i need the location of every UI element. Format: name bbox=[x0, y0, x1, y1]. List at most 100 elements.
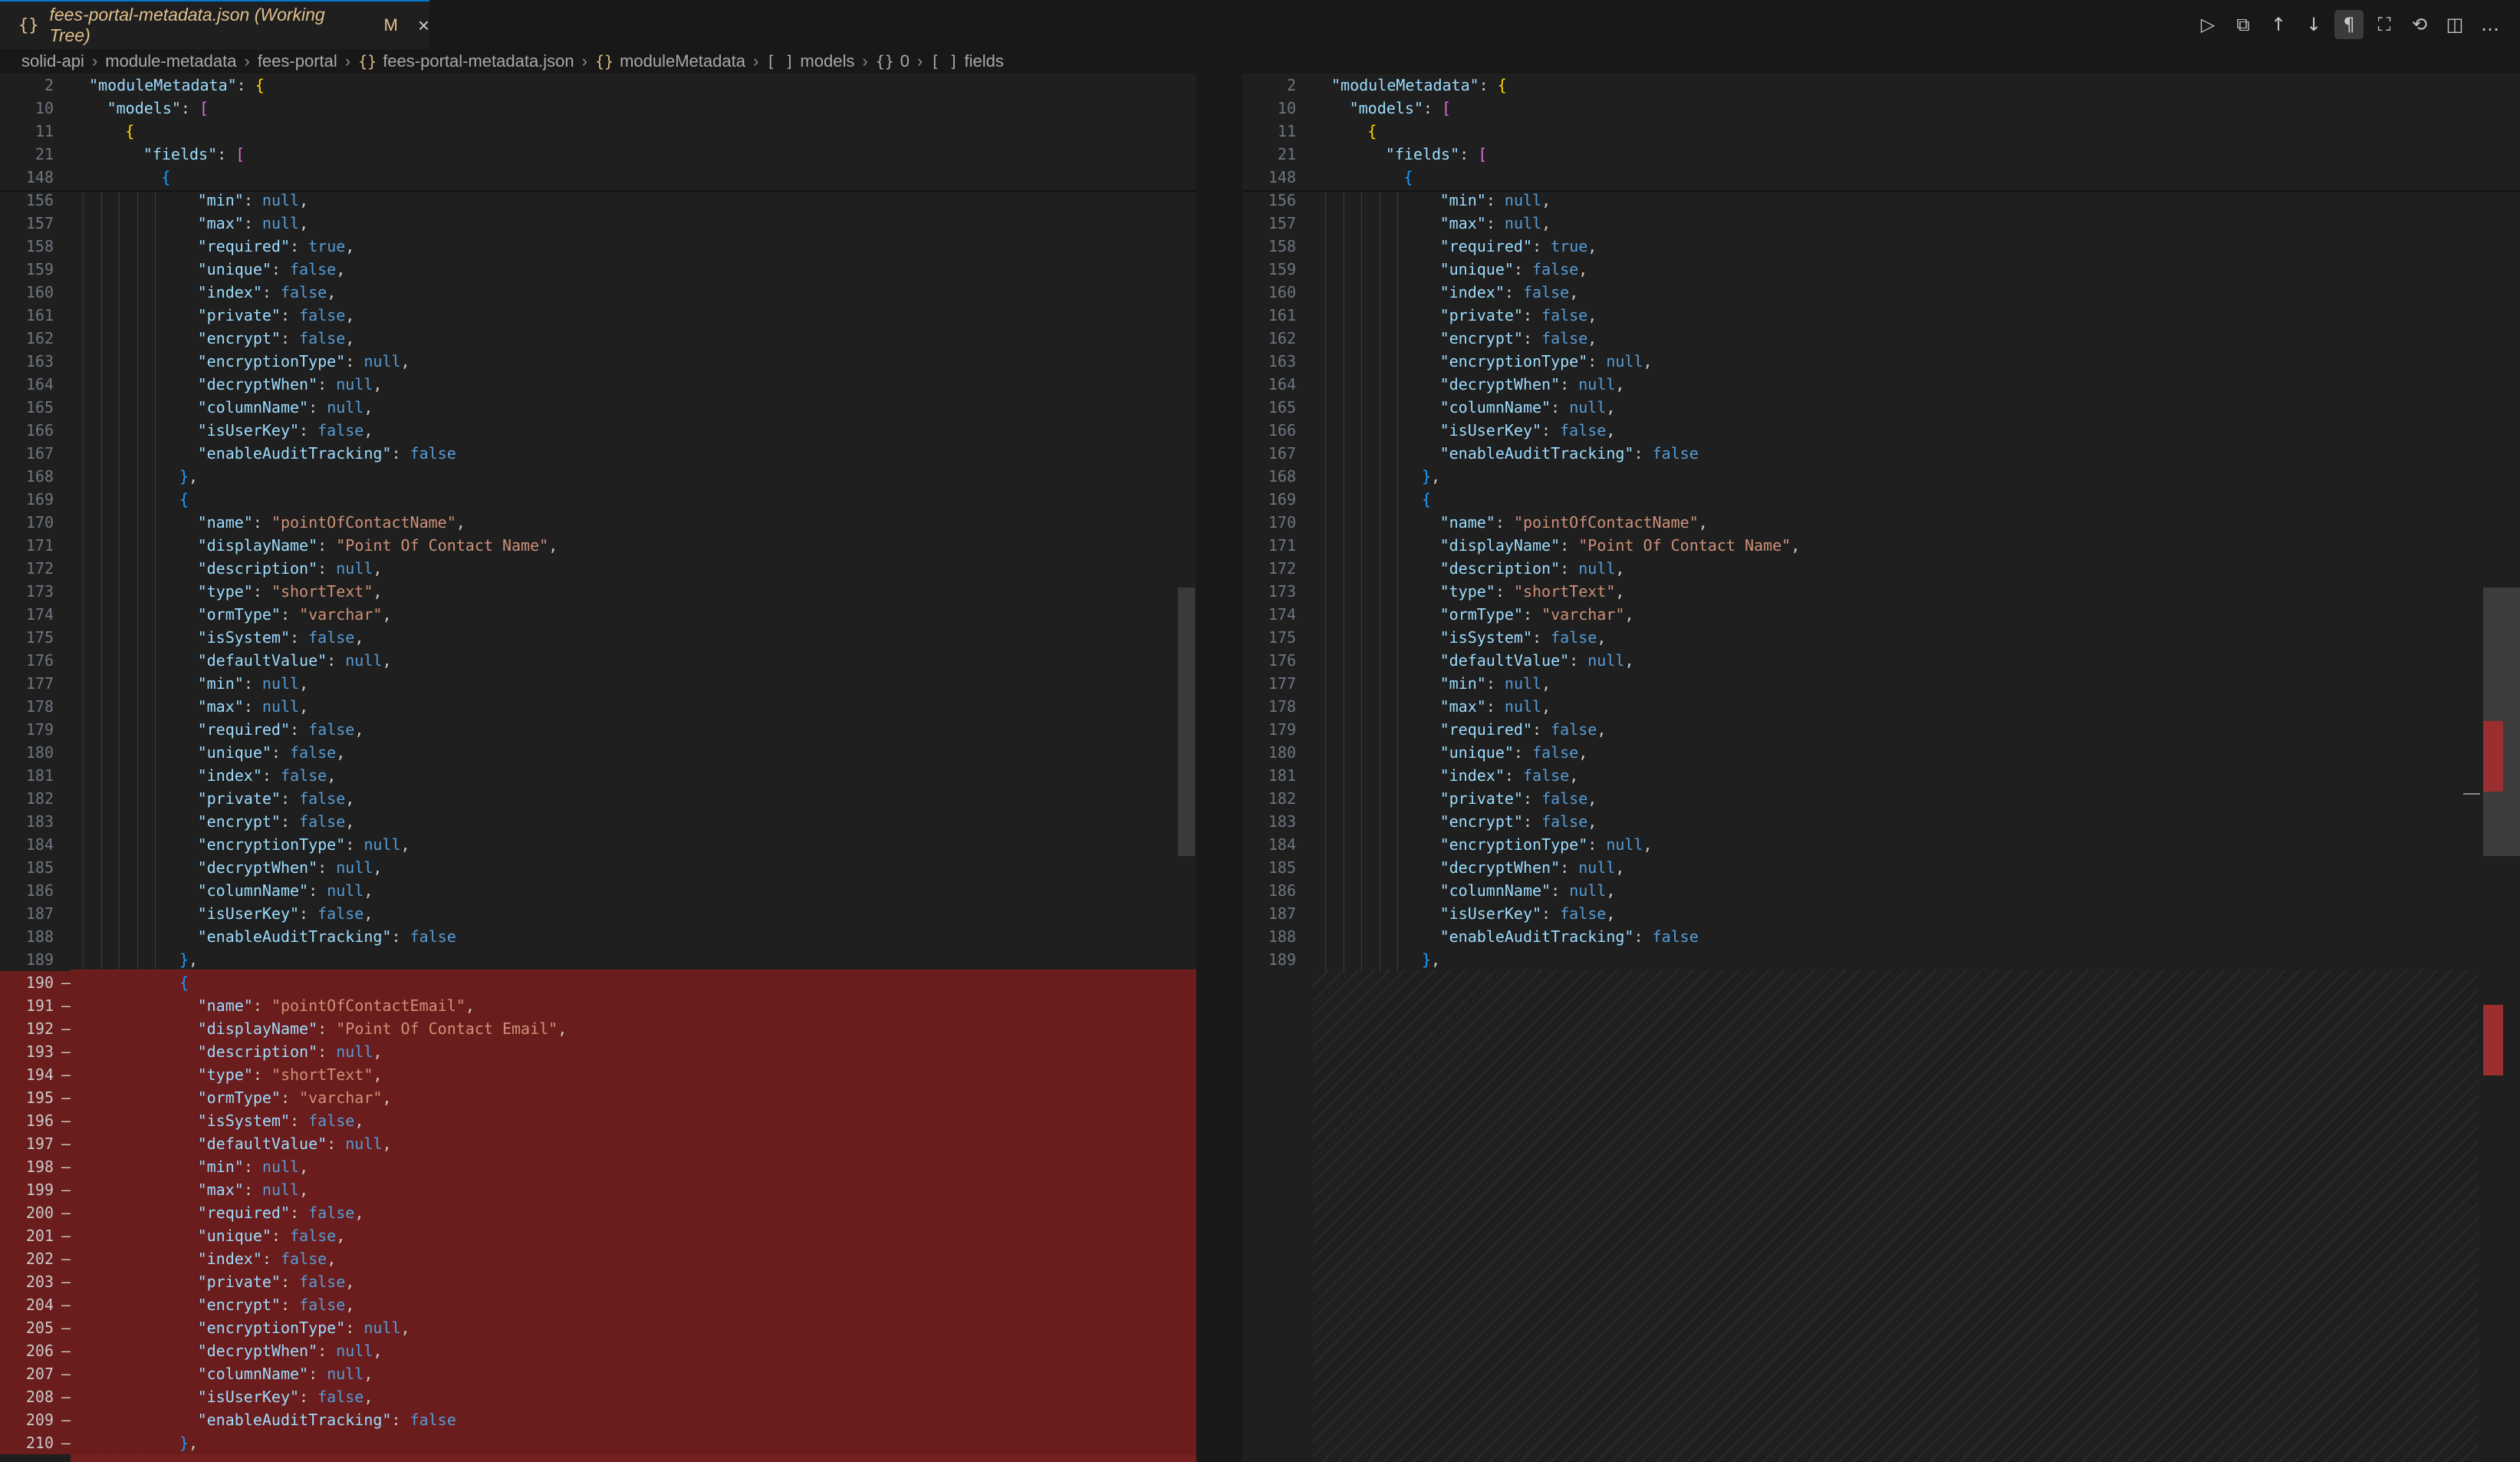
breadcrumb-item[interactable]: module-metadata bbox=[105, 51, 236, 71]
code-line[interactable]: 2 "moduleMetadata": { bbox=[1242, 74, 2520, 97]
code-line[interactable]: 169 { bbox=[0, 488, 1196, 511]
code-line[interactable]: 168}, bbox=[1242, 465, 2520, 488]
code-line[interactable]: 186 "columnName": null, bbox=[0, 879, 1196, 902]
removed-code-line[interactable]: 190 { bbox=[0, 971, 1196, 994]
code-line[interactable]: 174 "ormType": "varchar", bbox=[0, 603, 1196, 626]
code-line[interactable]: 187 "isUserKey": false, bbox=[1242, 902, 2520, 925]
code-line[interactable]: 189}, bbox=[1242, 948, 2520, 971]
removed-code-line[interactable]: 206 "decryptWhen": null, bbox=[0, 1339, 1196, 1362]
code-line[interactable]: 21 "fields": [ bbox=[1242, 143, 2520, 166]
code-line[interactable]: 179 "required": false, bbox=[0, 718, 1196, 741]
code-line[interactable]: 179 "required": false, bbox=[1242, 718, 2520, 741]
removed-code-line[interactable]: 191 "name": "pointOfContactEmail", bbox=[0, 994, 1196, 1017]
breadcrumb-item[interactable]: {} fees-portal-metadata.json bbox=[358, 51, 574, 71]
code-line[interactable]: 183 "encrypt": false, bbox=[1242, 810, 2520, 833]
diff-divider[interactable] bbox=[1196, 74, 1242, 1462]
arrow-down-icon[interactable]: ↓ bbox=[2299, 10, 2328, 39]
code-line[interactable]: 168}, bbox=[0, 465, 1196, 488]
code-line[interactable]: 173 "type": "shortText", bbox=[1242, 580, 2520, 603]
code-line[interactable]: 178 "max": null, bbox=[1242, 695, 2520, 718]
code-line[interactable]: 158 "required": true, bbox=[0, 235, 1196, 258]
pilcrow-icon[interactable]: ¶ bbox=[2334, 10, 2364, 39]
code-line[interactable]: 185 "decryptWhen": null, bbox=[1242, 856, 2520, 879]
map-icon[interactable]: ⛶ bbox=[2370, 10, 2399, 39]
vertical-scrollbar[interactable] bbox=[1178, 588, 1195, 856]
code-line[interactable]: 11 { bbox=[0, 120, 1196, 143]
code-line[interactable]: 157 "max": null, bbox=[0, 212, 1196, 235]
code-line[interactable]: 180 "unique": false, bbox=[1242, 741, 2520, 764]
removed-code-line[interactable]: 201 "unique": false, bbox=[0, 1224, 1196, 1247]
more-icon[interactable]: … bbox=[2476, 10, 2505, 39]
code-line[interactable]: 176 "defaultValue": null, bbox=[0, 649, 1196, 672]
code-line[interactable]: 21 "fields": [ bbox=[0, 143, 1196, 166]
code-line[interactable]: 175 "isSystem": false, bbox=[1242, 626, 2520, 649]
code-line[interactable]: 188 "enableAuditTracking": false bbox=[0, 925, 1196, 948]
code-line[interactable]: 171 "displayName": "Point Of Contact Name… bbox=[0, 534, 1196, 557]
diff-modified-pane[interactable]: 2 "moduleMetadata": {10 "models": [11 {21 "f… bbox=[1242, 74, 2520, 1462]
code-line[interactable]: 188 "enableAuditTracking": false bbox=[1242, 925, 2520, 948]
split-editor-icon[interactable]: ◫ bbox=[2440, 10, 2469, 39]
close-icon[interactable]: × bbox=[418, 14, 429, 38]
code-line[interactable]: 186 "columnName": null, bbox=[1242, 879, 2520, 902]
code-line[interactable]: 170 "name": "pointOfContactName", bbox=[0, 511, 1196, 534]
removed-code-line[interactable]: 207 "columnName": null, bbox=[0, 1362, 1196, 1385]
code-line[interactable]: 10 "models": [ bbox=[0, 97, 1196, 120]
removed-code-line[interactable]: 205 "encryptionType": null, bbox=[0, 1316, 1196, 1339]
code-line[interactable]: 157 "max": null, bbox=[1242, 212, 2520, 235]
code-line[interactable]: 189}, bbox=[0, 948, 1196, 971]
code-line[interactable]: 162 "encrypt": false, bbox=[1242, 327, 2520, 350]
code-line[interactable]: 164 "decryptWhen": null, bbox=[1242, 373, 2520, 396]
removed-code-line[interactable]: 204 "encrypt": false, bbox=[0, 1293, 1196, 1316]
removed-code-line[interactable]: 196 "isSystem": false, bbox=[0, 1109, 1196, 1132]
code-line[interactable]: 183 "encrypt": false, bbox=[0, 810, 1196, 833]
removed-code-line[interactable]: 197 "defaultValue": null, bbox=[0, 1132, 1196, 1155]
code-line[interactable]: 148 { bbox=[1242, 166, 2520, 189]
revert-icon[interactable]: ⟲ bbox=[2405, 10, 2434, 39]
code-line[interactable]: 148 { bbox=[0, 166, 1196, 189]
code-line[interactable]: 159 "unique": false, bbox=[0, 258, 1196, 281]
removed-code-line[interactable]: 208 "isUserKey": false, bbox=[0, 1385, 1196, 1408]
open-file-icon[interactable]: ⧉ bbox=[2229, 10, 2258, 39]
removed-code-line[interactable]: 200 "required": false, bbox=[0, 1201, 1196, 1224]
breadcrumb-item[interactable]: {} 0 bbox=[876, 51, 910, 71]
code-line[interactable]: 173 "type": "shortText", bbox=[0, 580, 1196, 603]
code-line[interactable]: 2 "moduleMetadata": { bbox=[0, 74, 1196, 97]
removed-code-line[interactable]: 199 "max": null, bbox=[0, 1178, 1196, 1201]
code-line[interactable]: 177 "min": null, bbox=[1242, 672, 2520, 695]
code-line[interactable]: 181 "index": false, bbox=[1242, 764, 2520, 787]
removed-code-line[interactable]: 198 "min": null, bbox=[0, 1155, 1196, 1178]
code-line[interactable]: 176 "defaultValue": null, bbox=[1242, 649, 2520, 672]
code-line[interactable]: 185 "decryptWhen": null, bbox=[0, 856, 1196, 879]
breadcrumb-item[interactable]: {} moduleMetadata bbox=[595, 51, 745, 71]
code-line[interactable]: 156 "min": null, bbox=[1242, 189, 2520, 212]
code-line[interactable]: 172 "description": null, bbox=[0, 557, 1196, 580]
arrow-up-icon[interactable]: ↑ bbox=[2264, 10, 2293, 39]
code-line[interactable]: 167 "enableAuditTracking": false bbox=[0, 442, 1196, 465]
code-line[interactable]: 164 "decryptWhen": null, bbox=[0, 373, 1196, 396]
code-line[interactable]: 171 "displayName": "Point Of Contact Name… bbox=[1242, 534, 2520, 557]
code-line[interactable]: 178 "max": null, bbox=[0, 695, 1196, 718]
removed-code-line[interactable]: 195 "ormType": "varchar", bbox=[0, 1086, 1196, 1109]
code-line[interactable]: 177 "min": null, bbox=[0, 672, 1196, 695]
code-line[interactable]: 170 "name": "pointOfContactName", bbox=[1242, 511, 2520, 534]
code-line[interactable]: 11 { bbox=[1242, 120, 2520, 143]
breadcrumb-item[interactable]: solid-api bbox=[21, 51, 84, 71]
code-line[interactable]: 163 "encryptionType": null, bbox=[1242, 350, 2520, 373]
code-line[interactable]: 180 "unique": false, bbox=[0, 741, 1196, 764]
code-line[interactable]: 165 "columnName": null, bbox=[1242, 396, 2520, 419]
removed-code-line[interactable]: 203 "private": false, bbox=[0, 1270, 1196, 1293]
code-line[interactable]: 184 "encryptionType": null, bbox=[0, 833, 1196, 856]
code-line[interactable]: 166 "isUserKey": false, bbox=[1242, 419, 2520, 442]
removed-code-line[interactable]: 194 "type": "shortText", bbox=[0, 1063, 1196, 1086]
code-line[interactable]: 181 "index": false, bbox=[0, 764, 1196, 787]
code-line[interactable]: 167 "enableAuditTracking": false bbox=[1242, 442, 2520, 465]
diff-original-pane[interactable]: 2 "moduleMetadata": {10 "models": [11 {21 "f… bbox=[0, 74, 1196, 1462]
code-line[interactable]: 161 "private": false, bbox=[0, 304, 1196, 327]
code-line[interactable]: 163 "encryptionType": null, bbox=[0, 350, 1196, 373]
code-line[interactable]: 166 "isUserKey": false, bbox=[0, 419, 1196, 442]
code-line[interactable]: 182 "private": false, bbox=[0, 787, 1196, 810]
code-line[interactable]: 187 "isUserKey": false, bbox=[0, 902, 1196, 925]
code-line[interactable]: 184 "encryptionType": null, bbox=[1242, 833, 2520, 856]
editor-tab[interactable]: {} fees-portal-metadata.json (Working Tr… bbox=[0, 0, 429, 49]
code-line[interactable]: 161 "private": false, bbox=[1242, 304, 2520, 327]
